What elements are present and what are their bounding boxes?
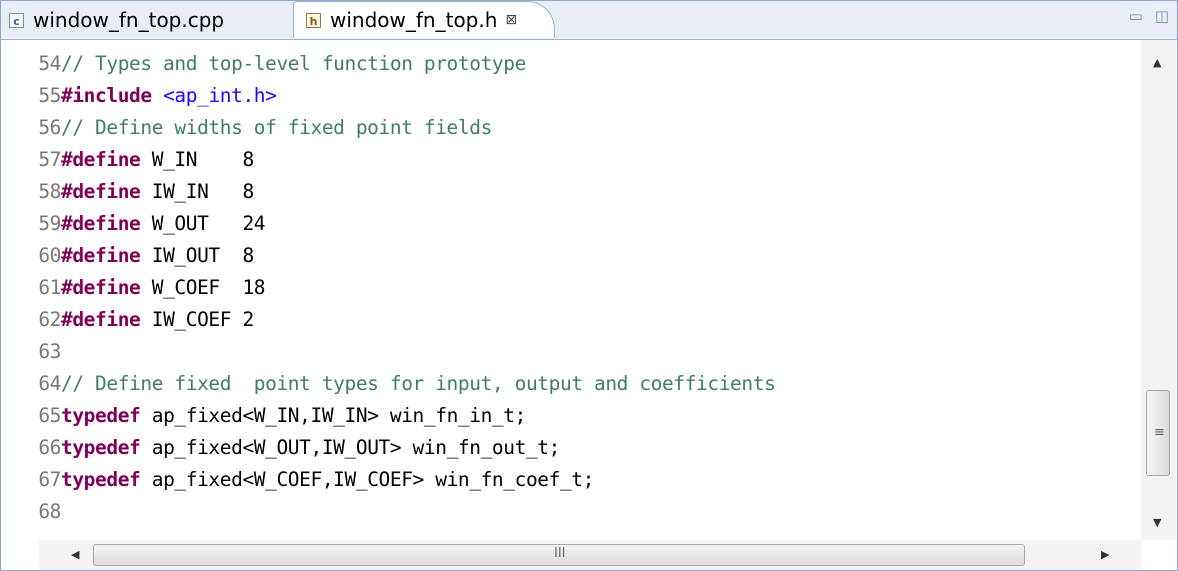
comment-token: // Define widths of fixed point fields — [61, 116, 492, 139]
comment-token: // Define fixed point types for input, o… — [61, 372, 776, 395]
code-line[interactable]: 65typedef ap_fixed<W_IN,IW_IN> win_fn_in… — [1, 400, 526, 432]
code-line[interactable]: 55#include <ap_int.h> — [1, 80, 277, 112]
scroll-down-icon[interactable]: ▼ — [1153, 516, 1161, 529]
line-number: 58 — [38, 180, 61, 203]
scroll-left-icon[interactable]: ◀ — [71, 548, 79, 561]
code-line[interactable]: 57#define W_IN 8 — [1, 144, 254, 176]
line-number: 60 — [38, 244, 61, 267]
grip-icon: ≡ — [1154, 425, 1165, 440]
code-line[interactable]: 58#define IW_IN 8 — [1, 176, 254, 208]
code-token: ap_fixed<W_IN,IW_IN> win_fn_in_t; — [140, 404, 527, 427]
line-number: 62 — [38, 308, 61, 331]
keyword-token: #include — [61, 84, 152, 107]
scroll-right-icon[interactable]: ▶ — [1101, 548, 1109, 561]
code-line[interactable]: 62#define IW_COEF 2 — [1, 304, 254, 336]
code-line[interactable]: 66typedef ap_fixed<W_OUT,IW_OUT> win_fn_… — [1, 432, 560, 464]
keyword-token: #define — [61, 212, 141, 235]
c-source-file-icon: c — [9, 12, 24, 28]
code-token: W_OUT 24 — [140, 212, 266, 235]
code-line[interactable]: 61#define W_COEF 18 — [1, 272, 265, 304]
keyword-token: #define — [61, 148, 141, 171]
code-line[interactable]: 59#define W_OUT 24 — [1, 208, 265, 240]
code-token: ap_fixed<W_COEF,IW_COEF> win_fn_coef_t; — [140, 468, 595, 491]
keyword-token: #define — [61, 308, 141, 331]
line-number: 55 — [38, 84, 61, 107]
line-number: 59 — [38, 212, 61, 235]
code-token: W_IN 8 — [140, 148, 254, 171]
header-file-icon: h — [306, 12, 321, 28]
code-line[interactable]: 67typedef ap_fixed<W_COEF,IW_COEF> win_f… — [1, 464, 594, 496]
code-token: IW_COEF 2 — [140, 308, 254, 331]
line-number: 63 — [38, 340, 61, 363]
code-token: IW_IN 8 — [140, 180, 254, 203]
code-token: ap_fixed<W_OUT,IW_OUT> win_fn_out_t; — [140, 436, 561, 459]
line-number: 57 — [38, 148, 61, 171]
code-line[interactable]: 54// Types and top-level function protot… — [1, 48, 526, 80]
code-line[interactable]: 64// Define fixed point types for input,… — [1, 368, 776, 400]
line-number: 67 — [38, 468, 61, 491]
code-line[interactable]: 68 — [1, 496, 61, 528]
vertical-scrollbar[interactable]: ▲ ≡ ▼ — [1141, 40, 1176, 540]
code-token: IW_OUT 8 — [140, 244, 254, 267]
line-number: 66 — [38, 436, 61, 459]
code-line[interactable]: 56// Define widths of fixed point fields — [1, 112, 492, 144]
comment-token: // Types and top-level function prototyp… — [61, 52, 526, 75]
tab-label: window_fn_top.cpp — [33, 8, 225, 32]
window-controls: ▭ ◫ — [1129, 7, 1169, 25]
code-line[interactable]: 63 — [1, 336, 61, 368]
maximize-icon[interactable]: ◫ — [1155, 7, 1169, 25]
tab-window-fn-top-h[interactable]: h window_fn_top.h ⊠ — [293, 1, 555, 38]
line-number: 56 — [38, 116, 61, 139]
keyword-token: typedef — [61, 468, 141, 491]
tab-bar: c window_fn_top.cpp h window_fn_top.h ⊠ … — [1, 1, 1177, 40]
line-number: 61 — [38, 276, 61, 299]
horizontal-scroll-thumb[interactable]: III — [93, 544, 1025, 566]
code-editor[interactable]: 54// Types and top-level function protot… — [1, 40, 1141, 540]
line-number: 64 — [38, 372, 61, 395]
editor-window: c window_fn_top.cpp h window_fn_top.h ⊠ … — [0, 0, 1178, 571]
line-number: 65 — [38, 404, 61, 427]
close-icon[interactable]: ⊠ — [505, 12, 517, 28]
line-number: 54 — [38, 52, 61, 75]
keyword-token: typedef — [61, 404, 141, 427]
code-line[interactable]: 60#define IW_OUT 8 — [1, 240, 254, 272]
line-number: 68 — [38, 500, 61, 523]
keyword-token: typedef — [61, 436, 141, 459]
keyword-token: #define — [61, 276, 141, 299]
grip-icon: III — [554, 546, 566, 561]
vertical-scroll-thumb[interactable]: ≡ — [1146, 390, 1170, 476]
horizontal-scrollbar[interactable]: ◀ III ▶ — [39, 540, 1141, 570]
scroll-up-icon[interactable]: ▲ — [1153, 56, 1161, 69]
keyword-token: #define — [61, 244, 141, 267]
tab-window-fn-top-cpp[interactable]: c window_fn_top.cpp — [9, 1, 224, 39]
tab-label: window_fn_top.h — [330, 8, 498, 32]
string-token: <ap_int.h> — [163, 84, 277, 107]
minimize-icon[interactable]: ▭ — [1129, 7, 1143, 25]
keyword-token: #define — [61, 180, 141, 203]
code-token: W_COEF 18 — [140, 276, 266, 299]
